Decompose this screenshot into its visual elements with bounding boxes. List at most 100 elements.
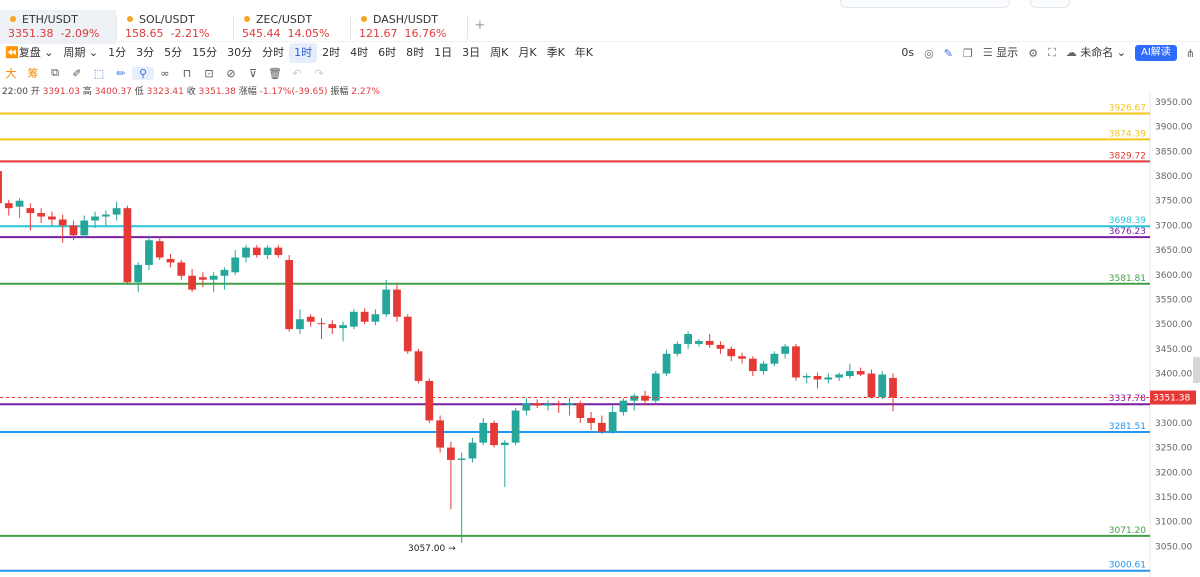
y-tick-label: 3850.00 [1155,147,1192,157]
camera-icon[interactable]: ◎ [919,47,939,60]
gear-icon[interactable]: ⚙ [1023,47,1043,60]
trash-icon[interactable]: 🗑 [264,67,286,80]
candle-body [716,344,725,349]
tab-zec[interactable]: ZEC/USDT 545.44 14.05% [234,10,350,44]
candle-body [835,374,843,378]
lock-icon[interactable]: ⊓ [176,67,198,80]
tab-eth[interactable]: ETH/USDT 3351.38 -2.09% [0,10,116,44]
countdown-text: 0s [901,46,915,59]
interval-1d[interactable]: 1日 [429,43,457,63]
interval-timeshare[interactable]: 分时 [257,43,289,63]
list-icon: ☰ [982,46,993,59]
candle-body [500,442,509,446]
candle-body [145,240,153,265]
y-tick-label: 3950.00 [1155,98,1192,108]
candle-body [641,395,649,401]
interval-quarter[interactable]: 季K [542,43,570,63]
compare-icon[interactable]: ⧉ [44,66,66,80]
interval-2h[interactable]: 2时 [317,43,345,63]
drawing-toolbar: 大 筹 ⧉ ✐ ⬚ ✏ ⚲ ∞ ⊓ ⊡ ⊘ ⊽ 🗑 ↶ ↷ [0,64,330,82]
candle-body [134,264,143,283]
candlestick-chart[interactable]: 3950.00 3900.00 3850.00 3800.00 3750.00 3700.… [0,92,1200,577]
chip-distribution-toggle[interactable]: 筹 [22,65,44,81]
interval-3d[interactable]: 3日 [457,43,485,63]
filter-icon[interactable]: ⊽ [242,67,264,80]
candle-body [0,171,2,204]
candle-body [813,375,822,380]
favorite-dot-icon [127,16,133,22]
candle-body [792,346,800,378]
tab-price: 158.65 -2.21% [125,27,210,40]
candle-body [15,200,24,207]
replay-button[interactable]: ⏪复盘 ⌄ [0,43,58,63]
interval-4h[interactable]: 4时 [345,43,373,63]
y-tick-label: 3400.00 [1155,370,1192,380]
candle-body [457,458,466,460]
y-tick-label: 3750.00 [1155,197,1192,207]
interval-month[interactable]: 月K [513,43,541,63]
min-price-marker: 3057.00 → [408,544,456,554]
interval-1m[interactable]: 1分 [103,43,131,63]
candle-body [220,269,229,276]
candle-body [695,340,703,344]
candle-body [845,371,854,376]
candle-body [188,275,196,290]
candle-body [393,289,401,317]
display-settings-button[interactable]: ☰ 显示 [978,43,1023,63]
candle-body [619,400,628,413]
tab-symbol: ZEC/USDT [256,13,313,26]
favorite-dot-icon [244,16,250,22]
candle-body [770,353,779,364]
layout-dropdown[interactable]: ☁ 未命名 ⌄ [1061,43,1131,63]
tag-icon[interactable]: ⊘ [220,67,242,80]
interval-15m[interactable]: 15分 [187,43,222,63]
interval-week[interactable]: 周K [485,43,513,63]
ai-interpret-button[interactable]: AI解读 [1134,45,1177,61]
price-level-label: 3000.61 [1109,561,1146,571]
candle-body [781,346,790,354]
interval-year[interactable]: 年K [570,43,598,63]
draw-brush-icon[interactable]: ✏ [110,67,132,80]
ruler-icon[interactable]: ✐ [66,67,88,80]
interval-6h[interactable]: 6时 [373,43,401,63]
candle-body [597,422,606,432]
price-level-label: 3581.81 [1109,274,1146,284]
tab-sol[interactable]: SOL/USDT 158.65 -2.21% [117,10,233,44]
tab-dash[interactable]: DASH/USDT 121.67 16.76% [351,10,467,44]
candle-body [684,334,693,344]
candle-body [554,404,563,406]
candle-body [4,203,13,209]
interval-1h[interactable]: 1时 [289,42,318,63]
interval-3m[interactable]: 3分 [131,43,159,63]
copy-icon[interactable]: ❐ [958,47,978,60]
candle-body [608,412,617,432]
big-order-toggle[interactable]: 大 [0,65,22,81]
edit-note-icon[interactable]: ⊡ [198,67,220,80]
top-search-chip[interactable] [840,0,1010,8]
period-dropdown[interactable]: 周期 ⌄ [58,43,103,63]
share-icon[interactable]: ⋔ [1181,47,1200,60]
candle-body [705,340,714,345]
interval-30m[interactable]: 30分 [222,43,257,63]
price-level-label: 3337.78 [1109,394,1146,404]
fullscreen-icon[interactable]: ⛶ [1043,46,1061,60]
candle-body [738,356,746,359]
pattern-icon[interactable]: ∞ [154,67,176,80]
favorite-dot-icon [10,16,16,22]
tab-symbol: ETH/USDT [22,13,78,26]
magnet-icon[interactable]: ⚲ [132,66,154,80]
symbol-tabs: ETH/USDT 3351.38 -2.09% SOL/USDT 158.65 … [0,10,1200,44]
undo-icon[interactable]: ↶ [286,67,308,80]
redo-icon[interactable]: ↷ [308,67,330,80]
cursor-select-icon[interactable]: ⬚ [88,67,110,80]
candle-body [889,377,897,398]
interval-5m[interactable]: 5分 [159,43,187,63]
interval-8h[interactable]: 8时 [401,43,429,63]
add-tab-button[interactable]: + [468,10,492,44]
candle-body [802,375,811,378]
candle-body [630,395,639,401]
candle-body [468,442,477,459]
top-button-chip[interactable] [1030,0,1070,8]
pencil-icon[interactable]: ✎ [939,47,958,60]
price-level-label: 3071.20 [1109,526,1146,536]
